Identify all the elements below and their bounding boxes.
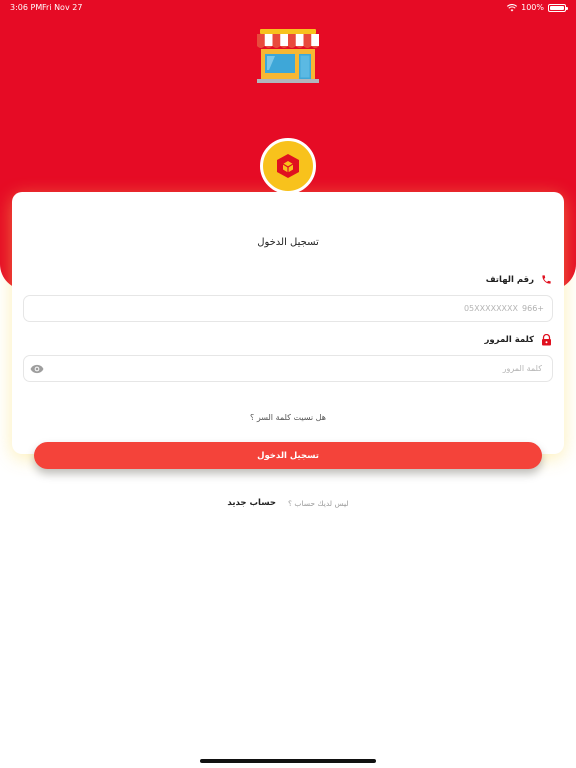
forgot-password-link[interactable]: هل نسيت كلمة السر ؟ <box>12 413 564 422</box>
status-bar: 3:06 PM Fri Nov 27 100% <box>0 0 576 16</box>
password-field[interactable] <box>23 355 553 382</box>
signup-link[interactable]: حساب جديد <box>227 498 276 508</box>
cube-logo-icon <box>277 154 299 178</box>
password-label-text: كلمة المرور <box>484 335 535 345</box>
status-indicators: 100% <box>507 1 568 15</box>
lock-icon <box>542 334 551 346</box>
phone-icon <box>542 275 551 284</box>
storefront-icon <box>257 29 319 83</box>
status-time: 3:06 PM <box>10 3 43 12</box>
login-card: تسجيل الدخول رقم الهاتف 966+ كلمة المرور… <box>12 192 564 454</box>
eye-icon[interactable] <box>30 363 44 375</box>
password-input[interactable] <box>48 356 542 381</box>
country-code: 966+ <box>522 304 544 313</box>
phone-label: رقم الهاتف <box>486 274 552 285</box>
phone-label-text: رقم الهاتف <box>485 274 534 285</box>
login-button[interactable]: تسجيل الدخول <box>34 442 542 469</box>
login-title: تسجيل الدخول <box>257 237 319 248</box>
battery-percent: 100% <box>521 3 544 12</box>
app-logo <box>260 138 316 194</box>
password-label: كلمة المرور <box>485 334 553 346</box>
battery-icon <box>548 4 568 12</box>
wifi-icon <box>507 4 518 12</box>
signup-row: ليس لديك حساب ؟ حساب جديد <box>0 498 576 508</box>
status-date: Fri Nov 27 <box>42 3 83 12</box>
home-indicator <box>200 759 376 763</box>
phone-input[interactable] <box>34 296 518 321</box>
signup-question: ليس لديك حساب ؟ <box>288 498 349 508</box>
phone-field[interactable]: 966+ <box>23 295 553 322</box>
